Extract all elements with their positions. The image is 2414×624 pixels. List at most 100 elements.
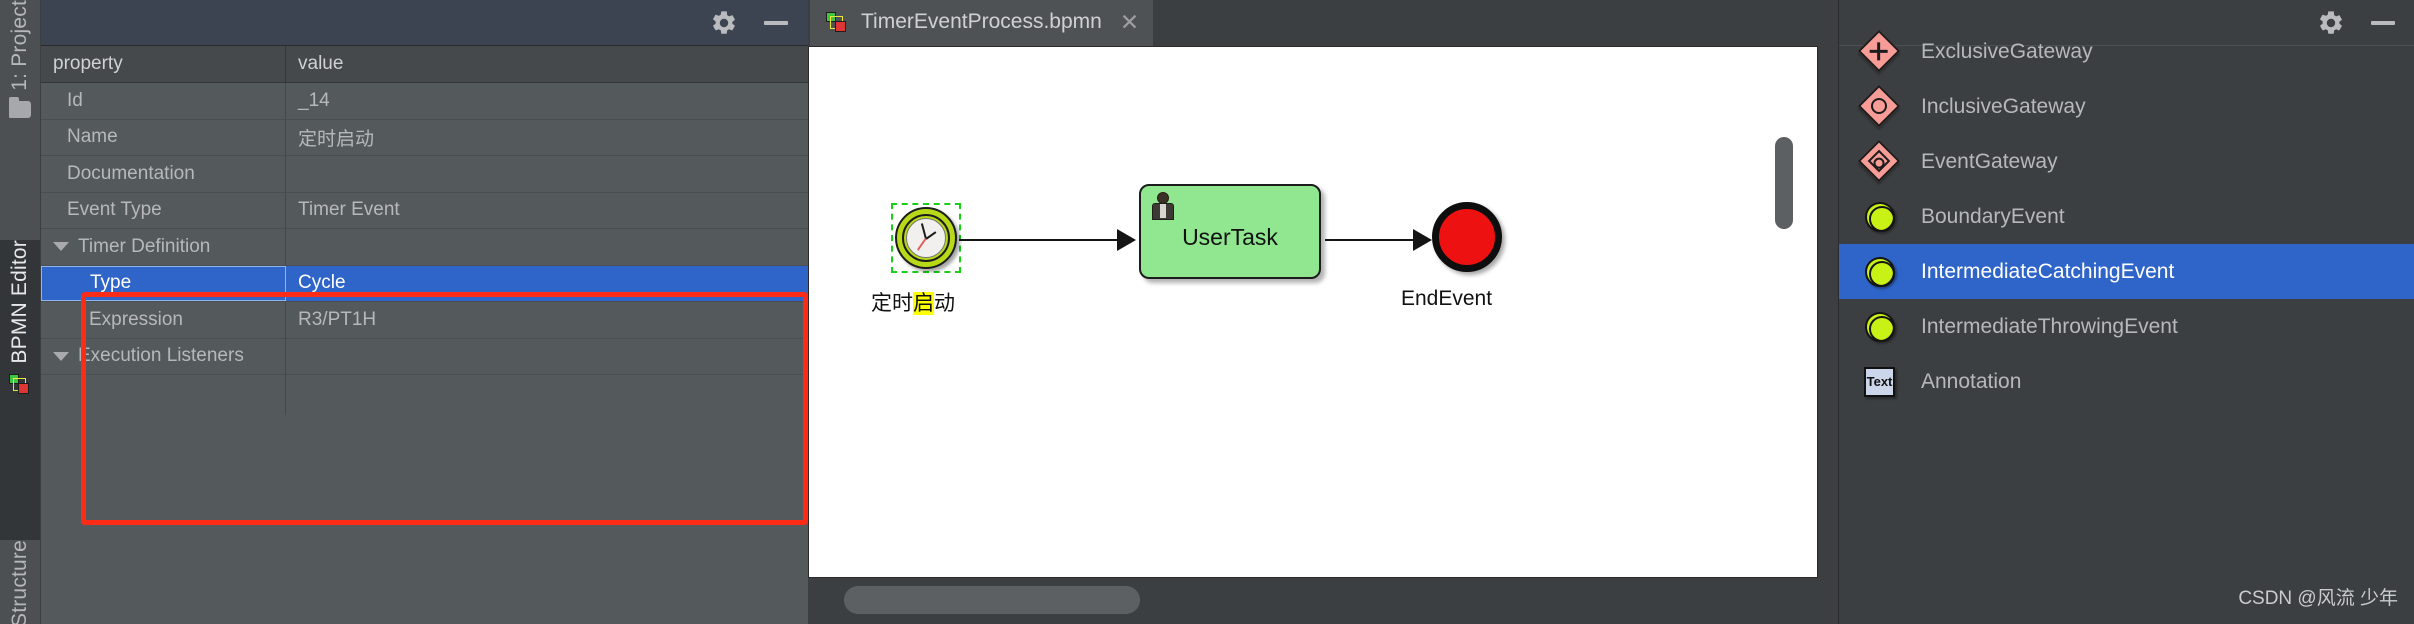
palette-item-label: IntermediateCatchingEvent xyxy=(1921,259,2175,283)
diagram-end-event-label: EndEvent xyxy=(1401,287,1493,310)
table-row[interactable]: Event Type Timer Event xyxy=(41,192,808,229)
label-part-prefix: 定时 xyxy=(871,292,913,315)
tab-label: TimerEventProcess.bpmn xyxy=(861,10,1102,33)
diagram-user-task[interactable]: UserTask xyxy=(1139,184,1321,279)
horizontal-scrollbar-track[interactable] xyxy=(808,578,1838,624)
property-panel: property value Id _14 Name 定时启动 Document… xyxy=(41,0,808,624)
group-label: Timer Definition xyxy=(78,235,211,257)
row-value[interactable]: _14 xyxy=(286,83,808,119)
group-label: Execution Listeners xyxy=(78,345,244,367)
editor-tab-bar: TimerEventProcess.bpmn ✕ xyxy=(808,0,1838,46)
gear-icon[interactable] xyxy=(704,0,744,46)
editor-area: TimerEventProcess.bpmn ✕ 定时启动 UserTask E… xyxy=(808,0,1838,624)
close-icon[interactable]: ✕ xyxy=(1120,10,1139,34)
label-part-highlight: 启 xyxy=(913,292,934,315)
row-value[interactable]: 定时启动 xyxy=(286,120,808,156)
row-property-label xyxy=(41,375,286,415)
palette-item-label: IntermediateThrowingEvent xyxy=(1921,314,2178,338)
row-property-label: Documentation xyxy=(41,156,286,192)
tab-timereventprocess[interactable]: TimerEventProcess.bpmn ✕ xyxy=(810,0,1154,46)
watermark: CSDN @风流 少年 xyxy=(2238,588,2398,609)
table-row-empty xyxy=(41,375,808,415)
row-property-label: Type xyxy=(41,265,286,301)
triangle-down-icon[interactable] xyxy=(53,351,69,361)
triangle-down-icon[interactable] xyxy=(53,242,69,252)
palette-item-intermediatecatchingevent[interactable]: IntermediateCatchingEvent xyxy=(1839,244,2414,299)
diagram-start-event-label: 定时启动 xyxy=(871,287,955,317)
palette-item-intermediatethrowingevent[interactable]: IntermediateThrowingEvent xyxy=(1839,299,2414,354)
timer-clock-icon xyxy=(895,207,957,269)
minimize-icon[interactable] xyxy=(754,0,798,46)
bpmn-diagram-canvas[interactable]: 定时启动 UserTask EndEvent xyxy=(808,46,1818,578)
tool-button-bpmn-editor-label: BPMN Editor xyxy=(8,240,31,364)
row-value[interactable] xyxy=(286,339,808,375)
sequence-flow-1-arrowhead xyxy=(1117,229,1136,251)
horizontal-scrollbar[interactable] xyxy=(844,586,1140,614)
intermediate-catching-event-icon xyxy=(1861,253,1899,291)
sequence-flow-2[interactable] xyxy=(1325,239,1423,241)
text-annotation-icon: Text xyxy=(1861,363,1899,401)
bpmn-icon xyxy=(9,373,31,396)
user-icon xyxy=(1151,192,1175,220)
label-part-suffix: 动 xyxy=(934,292,955,315)
row-property-label: Id xyxy=(41,83,286,119)
inclusive-gateway-icon xyxy=(1857,84,1901,127)
palette-item-eventgateway[interactable]: EventGateway xyxy=(1839,134,2414,189)
row-property-label: Execution Listeners xyxy=(41,338,286,374)
exclusive-gateway-icon xyxy=(1857,29,1901,72)
palette-item-label: InclusiveGateway xyxy=(1921,94,2086,118)
tool-button-project[interactable]: 1: Project xyxy=(0,0,40,240)
row-value[interactable]: R3/PT1H xyxy=(286,302,808,338)
vertical-scrollbar[interactable] xyxy=(1775,137,1793,229)
table-row-group-execution-listeners[interactable]: Execution Listeners xyxy=(41,338,808,375)
palette-item-label: Annotation xyxy=(1921,369,2022,393)
table-row[interactable]: Name 定时启动 xyxy=(41,119,808,156)
table-row[interactable]: Documentation xyxy=(41,156,808,193)
row-property-label: Name xyxy=(41,119,286,155)
diagram-end-event[interactable] xyxy=(1432,202,1502,272)
sequence-flow-2-arrowhead xyxy=(1413,229,1432,251)
tool-button-project-label: 1: Project xyxy=(8,0,31,91)
bpmn-file-icon xyxy=(826,11,847,33)
table-header-row: property value xyxy=(41,46,808,83)
palette-item-list[interactable]: ExclusiveGateway InclusiveGateway EventG… xyxy=(1839,24,2414,601)
row-property-label: Timer Definition xyxy=(41,229,286,265)
folder-icon xyxy=(9,96,31,118)
bpmn-palette-panel: ExclusiveGateway InclusiveGateway EventG… xyxy=(1838,0,2414,624)
row-property-label: Event Type xyxy=(41,192,286,228)
table-row-selected[interactable]: Type Cycle xyxy=(41,265,808,302)
palette-item-label: ExclusiveGateway xyxy=(1921,39,2093,63)
palette-item-boundaryevent[interactable]: BoundaryEvent xyxy=(1839,189,2414,244)
intermediate-throwing-event-icon xyxy=(1861,308,1899,346)
tool-button-structure[interactable]: Structure xyxy=(0,540,40,624)
palette-item-label: EventGateway xyxy=(1921,149,2058,173)
sequence-flow-1[interactable] xyxy=(959,239,1131,241)
row-value[interactable] xyxy=(286,156,808,192)
column-header-property: property xyxy=(41,46,286,82)
text-annotation-glyph: Text xyxy=(1864,366,1895,397)
boundary-event-icon xyxy=(1861,198,1899,236)
app-window: 1: Project BPMN Editor Structure propert… xyxy=(0,0,2414,624)
column-header-value: value xyxy=(298,53,344,74)
property-panel-titlebar xyxy=(41,0,808,46)
tool-button-bpmn-editor[interactable]: BPMN Editor xyxy=(0,240,40,540)
palette-item-exclusivegateway[interactable]: ExclusiveGateway xyxy=(1839,24,2414,79)
table-row[interactable]: Expression R3/PT1H xyxy=(41,302,808,339)
row-value[interactable]: Timer Event xyxy=(286,193,808,229)
row-value xyxy=(286,375,808,415)
table-row[interactable]: Id _14 xyxy=(41,83,808,120)
table-row-group-timer-definition[interactable]: Timer Definition xyxy=(41,229,808,266)
tool-button-structure-label: Structure xyxy=(8,540,31,624)
diagram-user-task-label: UserTask xyxy=(1182,224,1278,250)
row-value[interactable]: Cycle xyxy=(286,265,808,301)
property-table[interactable]: property value Id _14 Name 定时启动 Document… xyxy=(41,46,808,624)
palette-item-label: BoundaryEvent xyxy=(1921,204,2065,228)
event-gateway-icon xyxy=(1857,139,1901,182)
palette-item-inclusivegateway[interactable]: InclusiveGateway xyxy=(1839,79,2414,134)
left-tool-strip: 1: Project BPMN Editor Structure xyxy=(0,0,40,624)
row-value[interactable] xyxy=(286,229,808,265)
palette-item-annotation[interactable]: Text Annotation xyxy=(1839,354,2414,409)
minimize-glyph xyxy=(764,21,788,25)
diagram-start-event-timer[interactable] xyxy=(891,203,961,273)
row-property-label: Expression xyxy=(41,302,286,338)
